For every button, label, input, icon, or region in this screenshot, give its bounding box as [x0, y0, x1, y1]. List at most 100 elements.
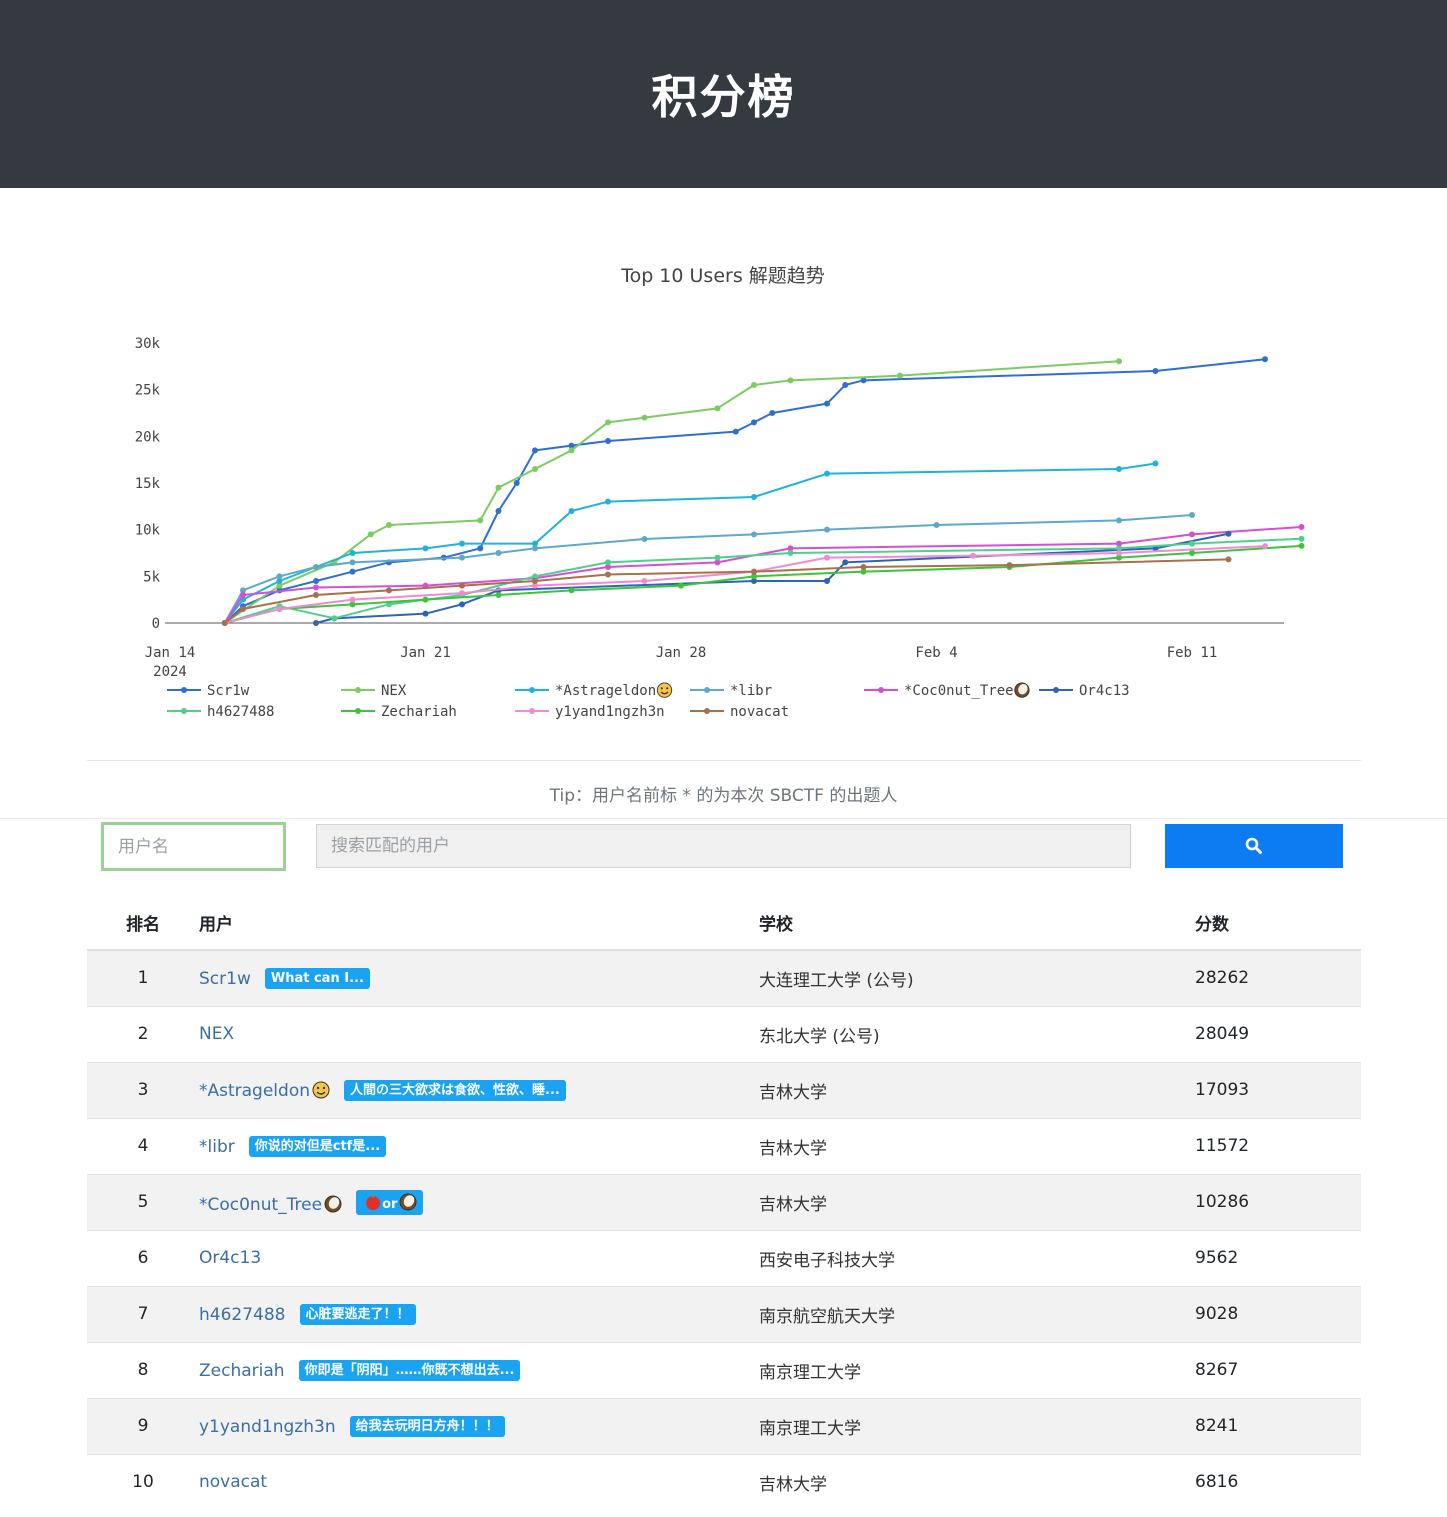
user-link[interactable]: Or4c13: [199, 1248, 261, 1268]
legend-label: *Coc0nut_Tree: [904, 683, 1014, 699]
user-cell: novacat: [199, 1453, 759, 1510]
data-point: [751, 531, 757, 538]
data-point: [1116, 358, 1122, 365]
data-point: [422, 610, 429, 617]
school-cell: 西安电子科技大学: [759, 1229, 1195, 1286]
header-rank: 排名: [87, 895, 199, 951]
table-row: 7 h4627488 心脏要逃走了！！ 南京航空航天大学 9028: [87, 1285, 1361, 1342]
series-line: [223, 513, 1193, 624]
data-point: [422, 545, 429, 552]
data-point: [1189, 531, 1195, 538]
data-point: [769, 410, 776, 416]
legend-marker: [181, 708, 187, 714]
legend-marker: [1053, 687, 1059, 693]
data-point: [495, 508, 502, 514]
user-link[interactable]: y1yand1ngzh3n: [199, 1417, 336, 1437]
series-line: [224, 558, 1229, 624]
user-signature-badge: What can I...: [264, 967, 370, 989]
data-point: [495, 484, 502, 491]
rank-cell: 9: [87, 1397, 199, 1454]
data-point: [1116, 517, 1122, 524]
legend-marker: [529, 687, 535, 693]
data-point: [1262, 356, 1268, 363]
rank-cell: 10: [87, 1453, 199, 1510]
x-tick-label: Jan 28: [656, 645, 707, 661]
legend-label: novacat: [730, 704, 789, 720]
rank-cell: 5: [87, 1173, 199, 1230]
data-point: [824, 400, 830, 407]
y-tick-label: 30k: [135, 336, 161, 352]
data-point: [1189, 511, 1195, 518]
score-cell: 11572: [1195, 1117, 1361, 1174]
user-link[interactable]: h4627488: [199, 1305, 286, 1325]
smiling-face-icon: [656, 682, 673, 698]
data-point: [751, 568, 757, 575]
data-point: [532, 545, 538, 552]
data-point: [1262, 543, 1268, 550]
rank-cell: 6: [87, 1229, 199, 1286]
data-point: [1116, 550, 1122, 556]
data-point: [641, 536, 648, 542]
username-input[interactable]: [101, 822, 286, 871]
score-cell: 9562: [1195, 1229, 1361, 1286]
y-tick-label: 10k: [135, 523, 161, 539]
user-link[interactable]: Zechariah: [199, 1361, 285, 1381]
rank-cell: 8: [87, 1341, 199, 1398]
user-link[interactable]: novacat: [199, 1472, 267, 1492]
table-row: 8 Zechariah 你即是「阴阳」……你既不想出去... 南京理工大学 8267: [87, 1341, 1361, 1398]
smiling-face-icon: [312, 1081, 330, 1098]
table-row: 9 y1yand1ngzh3n 给我去玩明日方舟！！！ 南京理工大学 8241: [87, 1397, 1361, 1454]
data-point: [386, 522, 392, 528]
legend-label: Scr1w: [207, 683, 250, 699]
data-point: [1189, 540, 1195, 547]
user-link[interactable]: Scr1w: [199, 969, 251, 989]
data-point: [641, 578, 648, 584]
data-point: [751, 419, 757, 426]
match-search-input[interactable]: [316, 824, 1131, 868]
user-signature-badge: 你即是「阴阳」……你既不想出去...: [298, 1359, 521, 1381]
data-point: [1298, 535, 1305, 542]
table-row: 6 Or4c13 西安电子科技大学 9562: [87, 1229, 1361, 1286]
data-point: [532, 578, 538, 584]
x-tick-label: Feb 4: [915, 645, 957, 661]
data-point: [824, 578, 830, 584]
data-point: [1152, 368, 1159, 374]
leaderboard-body: 1 Scr1w What can I... 大连理工大学 (公号) 28262 2 NEX 东…: [87, 949, 1361, 1510]
data-point: [860, 564, 867, 570]
page-header: 积分榜: [0, 0, 1447, 188]
score-cell: 8241: [1195, 1397, 1361, 1454]
user-link[interactable]: *libr: [199, 1137, 235, 1157]
coconut-icon: [1014, 682, 1030, 698]
legend-marker: [704, 708, 710, 714]
data-point: [313, 620, 319, 626]
data-point: [1006, 562, 1013, 569]
school-cell: 吉林大学: [759, 1173, 1195, 1230]
data-point: [477, 517, 484, 524]
legend-label: NEX: [381, 683, 407, 699]
data-point: [459, 554, 465, 561]
data-point: [532, 447, 538, 454]
user-signature-badge: 给我去玩明日方舟！！！: [349, 1415, 505, 1437]
user-cell: Zechariah 你即是「阴阳」……你既不想出去...: [199, 1341, 759, 1398]
y-tick-label: 20k: [135, 429, 161, 445]
data-point: [751, 382, 757, 388]
data-point: [605, 419, 611, 426]
data-point: [495, 550, 502, 556]
data-point: [313, 578, 319, 584]
school-cell: 大连理工大学 (公号): [759, 949, 1195, 1006]
x-tick-label: Jan 14 2024: [145, 645, 196, 680]
data-point: [477, 545, 484, 552]
table-row: 5 *Coc0nut_Tree or 吉林大学 10286: [87, 1173, 1361, 1230]
score-cell: 6816: [1195, 1453, 1361, 1510]
search-button[interactable]: [1165, 824, 1343, 868]
data-point: [459, 582, 465, 589]
user-link[interactable]: *Coc0nut_Tree: [199, 1195, 322, 1215]
legend-marker: [529, 708, 535, 714]
data-point: [1298, 523, 1305, 530]
user-link[interactable]: NEX: [199, 1024, 234, 1044]
school-cell: 南京理工大学: [759, 1341, 1195, 1398]
user-link[interactable]: *Astrageldon: [199, 1081, 310, 1101]
coconut-icon: [399, 1193, 417, 1210]
data-point: [513, 480, 520, 486]
data-point: [970, 552, 976, 559]
